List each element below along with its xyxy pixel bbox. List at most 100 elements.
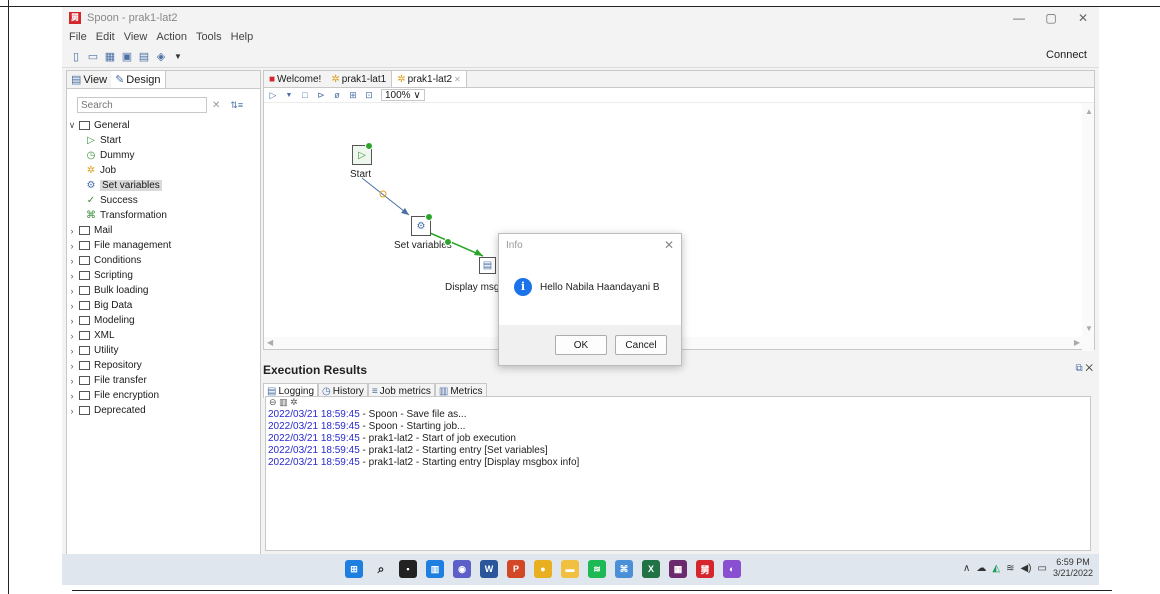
maximize-panel-icon[interactable]: ⧉ (1075, 363, 1082, 374)
dropdown-icon[interactable]: ▼ (171, 49, 185, 63)
file-explorer-icon[interactable]: ▬ (561, 560, 579, 578)
preview-icon[interactable]: ⊳ (315, 90, 327, 101)
tab-prak1-lat2[interactable]: ✲ prak1-lat2 ✕ (391, 71, 467, 87)
minimize-button[interactable]: — (1003, 7, 1035, 29)
fit-icon[interactable]: ⊡ (363, 90, 375, 101)
save-icon[interactable]: ▣ (120, 49, 134, 63)
log-settings-icon[interactable]: ✲ (290, 397, 298, 407)
onedrive-icon[interactable]: ☁ (976, 563, 986, 574)
tree-item-job[interactable]: ✲ Job (67, 163, 260, 178)
log-area[interactable]: ⊖ ▥ ✲ 2022/03/21 18:59:45 - Spoon - Save… (265, 396, 1091, 551)
tab-prak1-lat1[interactable]: ✲ prak1-lat1 (326, 71, 391, 87)
tree-item-set-variables[interactable]: ⚙ Set variables (67, 178, 260, 193)
menu-edit[interactable]: Edit (96, 31, 115, 43)
menu-action[interactable]: Action (156, 31, 187, 43)
chrome-icon[interactable]: ● (534, 560, 552, 578)
layers-icon[interactable]: ◈ (154, 49, 168, 63)
tab-view[interactable]: ▤ View (67, 71, 111, 88)
hop-arrow (474, 249, 483, 256)
search-input[interactable] (77, 97, 207, 113)
volume-icon[interactable]: ◀) (1020, 563, 1031, 574)
display-msgbox-node[interactable]: ▤ (479, 257, 496, 274)
tree-item-general[interactable]: ∨ General (67, 118, 260, 133)
vertical-scrollbar[interactable]: ▲ ▼ (1082, 103, 1094, 351)
scroll-up-icon[interactable]: ▲ (1085, 107, 1093, 116)
tree-item-file-management[interactable]: › File management (67, 238, 260, 253)
scroll-right-icon[interactable]: ▶ (1074, 338, 1080, 347)
tree-item-bulk-loading[interactable]: › Bulk loading (67, 283, 260, 298)
connect-button[interactable]: Connect (1046, 49, 1087, 61)
task-view-icon[interactable]: ▪ (399, 560, 417, 578)
tree-item-file-encryption[interactable]: › File encryption (67, 388, 260, 403)
wifi-icon[interactable]: ≋ (1006, 563, 1014, 574)
clear-search-icon[interactable]: ✕ (212, 100, 220, 111)
word-icon[interactable]: W (480, 560, 498, 578)
excel-icon[interactable]: X (642, 560, 660, 578)
dummy-icon: ◷ (86, 150, 96, 161)
tree-label: Success (100, 195, 138, 206)
close-button[interactable]: ✕ (1067, 7, 1099, 29)
save-as-icon[interactable]: ▤ (137, 49, 151, 63)
open-file-icon[interactable]: ▭ (86, 49, 100, 63)
run-icon[interactable]: ▷ (267, 90, 279, 101)
chat-icon[interactable]: ◉ (453, 560, 471, 578)
tree-item-modeling[interactable]: › Modeling (67, 313, 260, 328)
windows-start-icon[interactable]: ⊞ (345, 560, 363, 578)
run-options-icon[interactable]: ▼ (283, 92, 295, 99)
check-icon[interactable]: ø (331, 90, 343, 100)
folder-icon (79, 301, 90, 310)
close-tab-icon[interactable]: ✕ (454, 75, 461, 84)
ok-button[interactable]: OK (555, 335, 607, 355)
spoon-taskbar-icon[interactable]: 舅 (696, 560, 714, 578)
cancel-button[interactable]: Cancel (615, 335, 667, 355)
powerpoint-icon[interactable]: P (507, 560, 525, 578)
stop-icon[interactable]: □ (299, 90, 311, 100)
log-timestamp: 2022/03/21 18:59:45 (268, 457, 360, 468)
chevron-up-icon[interactable]: ∧ (963, 563, 970, 574)
menu-help[interactable]: Help (231, 31, 254, 43)
close-panel-icon[interactable]: ✕ (1085, 363, 1093, 374)
drive-icon[interactable]: ◭ (992, 563, 1000, 574)
tab-welcome[interactable]: ■ Welcome! (264, 71, 326, 87)
tree-item-file-transfer[interactable]: › File transfer (67, 373, 260, 388)
success-check-icon (444, 238, 452, 246)
battery-icon[interactable]: ▭ (1038, 563, 1047, 574)
scroll-down-icon[interactable]: ▼ (1085, 324, 1093, 333)
menu-tools[interactable]: Tools (196, 31, 222, 43)
chrome-profile-icon[interactable]: ◐ (723, 560, 741, 578)
menu-view[interactable]: View (124, 31, 148, 43)
zoom-select[interactable]: 100% ∨ (381, 89, 425, 101)
tree-item-big-data[interactable]: › Big Data (67, 298, 260, 313)
dialog-close-icon[interactable]: ✕ (664, 238, 674, 252)
scroll-left-icon[interactable]: ◀ (267, 338, 273, 347)
chevron-right-icon: › (70, 405, 74, 416)
tree-item-repository[interactable]: › Repository (67, 358, 260, 373)
delete-log-icon[interactable]: ▥ (279, 397, 288, 407)
tree-item-dummy[interactable]: ◷ Dummy (67, 148, 260, 163)
tab-design[interactable]: ✎ Design (111, 71, 166, 88)
menu-file[interactable]: File (69, 31, 87, 43)
panel-controls: ⧉ ✕ (1075, 363, 1093, 374)
tree-item-mail[interactable]: › Mail (67, 223, 260, 238)
tree-item-conditions[interactable]: › Conditions (67, 253, 260, 268)
tree-item-start[interactable]: ▷ Start (67, 133, 260, 148)
tree-item-success[interactable]: ✓ Success (67, 193, 260, 208)
tree-item-deprecated[interactable]: › Deprecated (67, 403, 260, 418)
tree-item-xml[interactable]: › XML (67, 328, 260, 343)
restore-button[interactable]: ▢ (1035, 7, 1067, 29)
tab-label: History (332, 385, 364, 397)
impact-icon[interactable]: ⊞ (347, 90, 359, 101)
tree-item-utility[interactable]: › Utility (67, 343, 260, 358)
tree-item-scripting[interactable]: › Scripting (67, 268, 260, 283)
winrar-icon[interactable]: ▦ (669, 560, 687, 578)
new-file-icon[interactable]: ▯ (69, 49, 83, 63)
kettle-icon[interactable]: ⌘ (615, 560, 633, 578)
tree-item-transformation[interactable]: ⌘ Transformation (67, 208, 260, 223)
expand-collapse-icon[interactable]: ⇅≡ (230, 100, 243, 111)
widgets-icon[interactable]: ▥ (426, 560, 444, 578)
clock[interactable]: 6:59 PM 3/21/2022 (1053, 557, 1093, 579)
clear-log-icon[interactable]: ⊖ (269, 397, 277, 407)
spotify-icon[interactable]: ≋ (588, 560, 606, 578)
explore-repository-icon[interactable]: ▦ (103, 49, 117, 63)
search-icon[interactable]: ⌕ (372, 560, 390, 578)
